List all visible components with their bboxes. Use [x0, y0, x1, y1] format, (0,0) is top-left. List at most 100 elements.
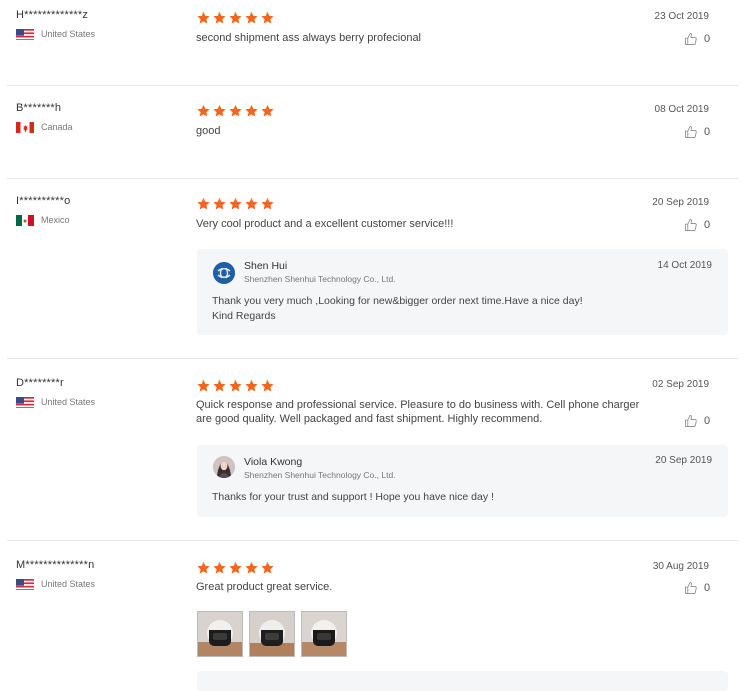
divider — [7, 358, 738, 359]
star-rating — [196, 379, 275, 393]
review-photo-thumbnail[interactable] — [301, 611, 347, 657]
review-item: B*******h Canada good 08 Oct 2019 0 — [0, 102, 750, 178]
star-icon — [196, 104, 211, 118]
like-button[interactable]: 0 — [684, 32, 710, 46]
reviewer-name: D********r — [16, 377, 64, 389]
like-count: 0 — [704, 219, 711, 231]
like-button[interactable]: 0 — [684, 218, 710, 232]
seller-company: Shenzhen Shenhui Technology Co., Ltd. — [244, 274, 396, 284]
reply-text-line: Thank you very much ,Looking for new&big… — [212, 295, 583, 307]
star-icon — [260, 197, 275, 211]
thumbs-up-icon[interactable] — [684, 32, 698, 46]
us-flag-icon — [16, 578, 34, 590]
star-icon — [212, 11, 227, 25]
star-rating — [196, 561, 275, 575]
star-icon — [212, 379, 227, 393]
thumbs-up-icon[interactable] — [684, 581, 698, 595]
like-count: 0 — [704, 126, 711, 138]
us-flag-icon — [16, 396, 34, 408]
star-icon — [212, 561, 227, 575]
star-icon — [244, 561, 259, 575]
reply-text-line: Kind Regards — [212, 310, 276, 322]
reviewer-name: H*************z — [16, 9, 89, 21]
star-icon — [228, 104, 243, 118]
like-button[interactable]: 0 — [684, 125, 710, 139]
divider — [7, 85, 738, 86]
country-name: Mexico — [41, 215, 70, 225]
star-icon — [244, 11, 259, 25]
review-text: Very cool product and a excellent custom… — [196, 218, 454, 230]
review-item: M**************n United States Great pro… — [0, 559, 750, 691]
seller-name: Shen Hui — [244, 260, 288, 272]
star-icon — [244, 104, 259, 118]
star-icon — [196, 379, 211, 393]
reply-date: 14 Oct 2019 — [657, 260, 712, 271]
review-text-line: Quick response and professional service.… — [196, 399, 640, 411]
like-button[interactable]: 0 — [684, 414, 710, 428]
like-count: 0 — [704, 415, 711, 427]
star-rating — [196, 197, 275, 211]
country-name: United States — [41, 29, 96, 39]
like-count: 0 — [704, 582, 711, 594]
reply-text-line: Thanks for your trust and support ! Hope… — [212, 491, 494, 503]
review-text: Great product great service. — [196, 581, 333, 593]
review-photo-thumbnail[interactable] — [197, 611, 243, 657]
us-flag-icon — [16, 28, 34, 40]
review-item: I**********o Mexico Very cool product an… — [0, 195, 750, 358]
star-icon — [260, 379, 275, 393]
like-button[interactable]: 0 — [684, 581, 710, 595]
star-icon — [260, 561, 275, 575]
review-date: 02 Sep 2019 — [652, 379, 709, 390]
star-icon — [244, 379, 259, 393]
review-photos — [197, 611, 357, 657]
divider — [7, 178, 738, 179]
star-icon — [212, 104, 227, 118]
star-icon — [196, 11, 211, 25]
review-date: 08 Oct 2019 — [654, 104, 709, 115]
star-icon — [228, 561, 243, 575]
star-icon — [244, 197, 259, 211]
review-date: 20 Sep 2019 — [652, 197, 709, 208]
ca-flag-icon — [16, 121, 34, 133]
review-item: D********r United States Quick response … — [0, 377, 750, 540]
reply-date: 20 Sep 2019 — [655, 455, 712, 466]
thumbs-up-icon[interactable] — [684, 125, 698, 139]
reviewer-country: Mexico — [16, 214, 70, 226]
star-icon — [228, 11, 243, 25]
reviewer-country: United States — [16, 396, 95, 408]
country-name: United States — [41, 579, 96, 589]
seller-avatar — [213, 456, 235, 478]
review-date: 30 Aug 2019 — [652, 561, 709, 572]
reviewer-name: M**************n — [16, 559, 95, 571]
review-text: good — [196, 125, 221, 137]
star-icon — [196, 197, 211, 211]
seller-company: Shenzhen Shenhui Technology Co., Ltd. — [244, 470, 396, 480]
review-item: H*************z United States second shi… — [0, 9, 750, 85]
reviewer-country: United States — [16, 578, 95, 590]
like-count: 0 — [704, 33, 711, 45]
review-date: 23 Oct 2019 — [654, 11, 709, 22]
star-icon — [260, 104, 275, 118]
review-text: second shipment ass always berry profeci… — [196, 32, 422, 44]
reviewer-country: United States — [16, 28, 95, 40]
reviewer-country: Canada — [16, 121, 73, 133]
divider — [7, 540, 738, 541]
seller-name: Viola Kwong — [244, 456, 303, 468]
star-icon — [228, 197, 243, 211]
thumbs-up-icon[interactable] — [684, 414, 698, 428]
mx-flag-icon — [16, 214, 34, 226]
reviewer-name: I**********o — [16, 195, 71, 207]
star-rating — [196, 104, 275, 118]
review-photo-thumbnail[interactable] — [249, 611, 295, 657]
seller-reply: Shen Hui Shenzhen Shenhui Technology Co.… — [197, 249, 728, 335]
star-icon — [212, 197, 227, 211]
star-icon — [260, 11, 275, 25]
seller-avatar — [213, 262, 235, 284]
review-text-line: are good quality. Well packaged and fast… — [196, 413, 543, 425]
star-rating — [196, 11, 275, 25]
star-icon — [228, 379, 243, 393]
country-name: Canada — [41, 122, 73, 132]
country-name: United States — [41, 397, 96, 407]
thumbs-up-icon[interactable] — [684, 218, 698, 232]
star-icon — [196, 561, 211, 575]
